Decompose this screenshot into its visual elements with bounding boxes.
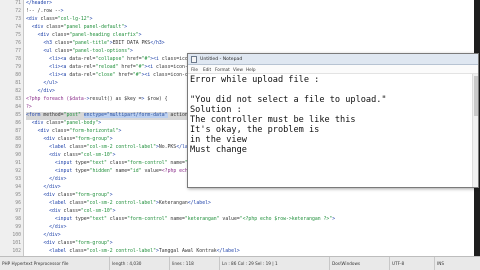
notepad-line: "You did not select a file to upload." <box>190 95 387 105</box>
line-number: 85 <box>15 113 21 118</box>
code-line[interactable]: <label class="col-sm-2 control-label">Ke… <box>26 200 480 208</box>
line-number: 102 <box>12 249 21 254</box>
notepad-menubar: File Edit Format View Help <box>188 65 478 74</box>
notepad-line: Error while upload file : <box>190 75 320 85</box>
line-number: 86 <box>15 121 21 126</box>
menu-format[interactable]: Format <box>215 65 230 74</box>
status-mode: INS <box>437 261 445 266</box>
code-line[interactable]: <h3 class="panel-title">EDIT DATA PKS</h… <box>26 40 480 48</box>
status-lines: lines : 118 <box>170 257 220 270</box>
notepad-text-area[interactable]: Error while upload file : "You did not s… <box>188 74 478 187</box>
code-line[interactable]: </div> <box>26 232 480 240</box>
code-line[interactable]: <div class="panel panel-default"> <box>26 24 480 32</box>
status-bar: PHP Hypertext Preprocessor file length :… <box>0 256 480 270</box>
notepad-line: The controller must be like this <box>190 115 356 125</box>
code-line[interactable]: </div> <box>26 224 480 232</box>
menu-help[interactable]: Help <box>246 65 256 74</box>
status-position: Ln : 86 Col : 29 Sel : 19 | 1 <box>220 257 330 270</box>
line-number: 89 <box>15 145 21 150</box>
line-number: 99 <box>15 225 21 230</box>
notepad-window[interactable]: Untitled - Notepad File Edit Format View… <box>187 53 479 188</box>
line-number: 74 <box>15 25 21 30</box>
status-file-type: PHP Hypertext Preprocessor file <box>0 257 110 270</box>
line-number: 88 <box>15 137 21 142</box>
line-number: 73 <box>15 17 21 22</box>
line-number: 79 <box>15 65 21 70</box>
line-number: 75 <box>15 33 21 38</box>
line-number: 82 <box>15 89 21 94</box>
line-number: 78 <box>15 57 21 62</box>
line-number: 87 <box>15 129 21 134</box>
line-number: 93 <box>15 177 21 182</box>
notepad-line: Solution : <box>190 105 242 115</box>
notepad-titlebar[interactable]: Untitled - Notepad <box>188 54 478 65</box>
status-length: length : 4,030 <box>110 257 170 270</box>
notepad-title: Untitled - Notepad <box>200 57 243 62</box>
notepad-line: Must change <box>190 145 247 155</box>
code-line[interactable]: </header> <box>26 0 480 8</box>
line-number: 91 <box>15 161 21 166</box>
line-number: 77 <box>15 49 21 54</box>
screen: 71 72 73 74 75 76 77 78 79 80 81 82 83 84 85 86 87 88 89 90… <box>0 0 480 270</box>
line-number-gutter: 71 72 73 74 75 76 77 78 79 80 81 82 83 84 85 86 87 88 89 90… <box>0 0 24 256</box>
selected-text[interactable]: enctype="multipart/form-data" <box>83 113 168 118</box>
line-number: 81 <box>15 81 21 86</box>
code-line[interactable]: <div class="form-group"> <box>26 240 480 248</box>
line-number: 90 <box>15 153 21 158</box>
code-line[interactable]: <div class="panel-heading clearfix"> <box>26 32 480 40</box>
menu-view[interactable]: View <box>233 65 243 74</box>
line-number: 96 <box>15 201 21 206</box>
line-number: 94 <box>15 185 21 190</box>
status-encoding: UTF-8 <box>390 257 435 270</box>
line-number: 76 <box>15 41 21 46</box>
menu-edit[interactable]: Edit <box>203 65 211 74</box>
line-number: 95 <box>15 193 21 198</box>
line-number: 83 <box>15 97 21 102</box>
line-number: 98 <box>15 217 21 222</box>
code-line[interactable]: !-- /.row --> <box>26 8 480 16</box>
line-number: 97 <box>15 209 21 214</box>
code-line[interactable]: <div class="col-lg-12"> <box>26 16 480 24</box>
notepad-icon <box>191 56 197 63</box>
notepad-scrollbar[interactable] <box>472 74 478 187</box>
notepad-scroll-thumb[interactable] <box>474 76 478 116</box>
code-line[interactable]: <div class="col-sm-10"> <box>26 208 480 216</box>
line-number: 101 <box>12 241 21 246</box>
notepad-line: in the view <box>190 135 247 145</box>
line-number: 92 <box>15 169 21 174</box>
code-line[interactable]: <input type="text" class="form-control" … <box>26 216 480 224</box>
status-eol: Dos\Windows <box>330 257 390 270</box>
code-line[interactable]: <label class="col-sm-2 control-label">Ta… <box>26 248 480 256</box>
line-number: 84 <box>15 105 21 110</box>
code-line[interactable]: <div class="form-group"> <box>26 192 480 200</box>
menu-file[interactable]: File <box>191 65 198 74</box>
line-number: 80 <box>15 73 21 78</box>
notepad-line: It's okay, the problem is <box>190 125 320 135</box>
line-number: 72 <box>15 9 21 14</box>
line-number: 71 <box>15 1 21 6</box>
line-number: 100 <box>12 233 21 238</box>
